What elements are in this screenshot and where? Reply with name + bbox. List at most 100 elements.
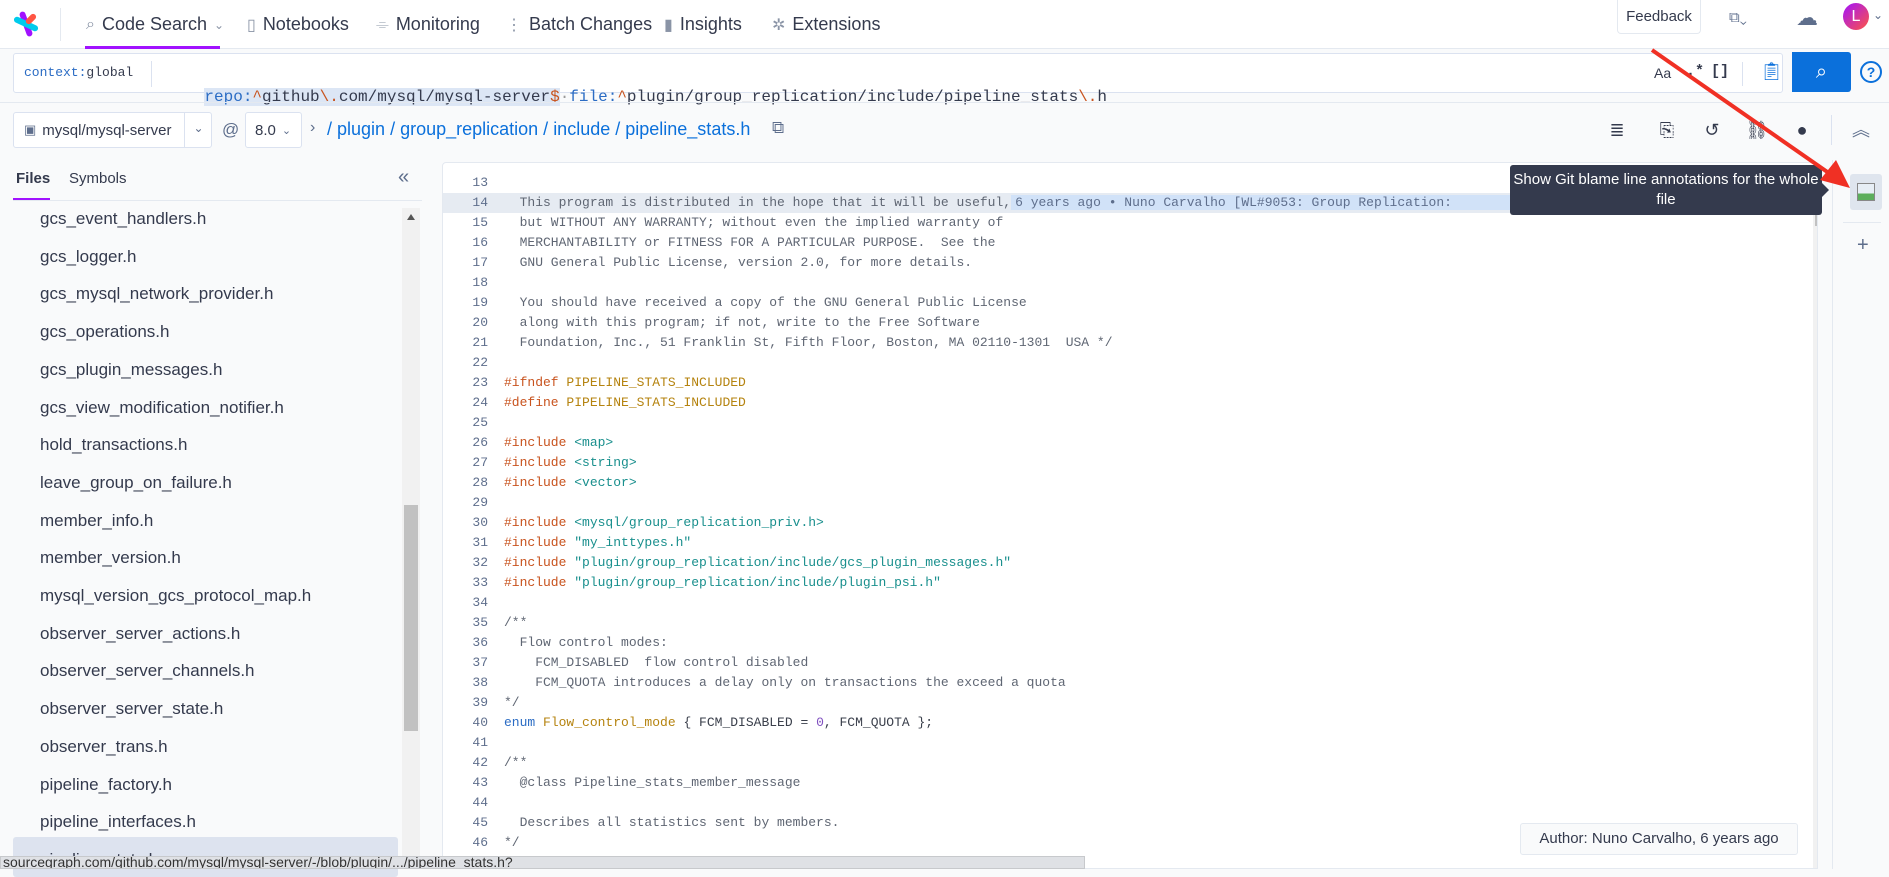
line-number[interactable]: 45 [443, 813, 488, 833]
add-icon[interactable]: + [1857, 234, 1869, 257]
sidebar-scrollbar[interactable] [402, 208, 420, 869]
line-number[interactable]: 29 [443, 493, 488, 513]
scrollbar-thumb[interactable] [404, 505, 418, 731]
context-selector[interactable]: context:global [24, 65, 133, 80]
line-number[interactable]: 28 [443, 473, 488, 493]
file-path: / plugin / group_replication / include / pipeli… [327, 119, 755, 140]
line-number[interactable]: 31 [443, 533, 488, 553]
help-icon[interactable]: ? [1860, 61, 1882, 83]
code-line: 41 [443, 733, 1813, 753]
avatar[interactable]: L [1843, 3, 1869, 30]
line-number[interactable]: 41 [443, 733, 488, 753]
code-token: "plugin/group_replication/include/gcs_pl… [574, 555, 1012, 570]
line-number[interactable]: 25 [443, 413, 488, 433]
line-number[interactable]: 44 [443, 793, 488, 813]
file-tree-item[interactable]: hold_transactions.h [40, 430, 187, 460]
line-number[interactable]: 20 [443, 313, 488, 333]
file-tree-item[interactable]: observer_trans.h [40, 732, 168, 762]
line-number[interactable]: 15 [443, 213, 488, 233]
revision-selector[interactable]: 8.0 ⌄ [245, 112, 302, 148]
code-line: 21 Foundation, Inc., 51 Franklin St, Fif… [443, 333, 1813, 353]
satellite-icon: ⌯ [376, 15, 389, 33]
file-tree-item[interactable]: gcs_plugin_messages.h [40, 355, 222, 385]
code-line: 35 /** [443, 613, 1813, 633]
line-number[interactable]: 27 [443, 453, 488, 473]
line-number[interactable]: 40 [443, 713, 488, 733]
line-number[interactable]: 22 [443, 353, 488, 373]
line-number[interactable]: 36 [443, 633, 488, 653]
line-number[interactable]: 19 [443, 293, 488, 313]
nav-insights[interactable]: ▮ Insights [664, 0, 742, 49]
path-segment[interactable]: group_replication [400, 119, 538, 139]
collapse-sidebar-icon[interactable]: « [398, 166, 409, 189]
file-tree-item[interactable]: observer_server_channels.h [40, 656, 255, 686]
line-number[interactable]: 38 [443, 673, 488, 693]
line-number[interactable]: 16 [443, 233, 488, 253]
terminal-icon[interactable]: ⧉⌄ [1729, 5, 1771, 31]
file-tree-item[interactable]: gcs_view_modification_notifier.h [40, 393, 284, 423]
file-tree-item[interactable]: leave_group_on_failure.h [40, 468, 232, 498]
line-number[interactable]: 33 [443, 573, 488, 593]
line-number[interactable]: 43 [443, 773, 488, 793]
file-tree-item[interactable]: observer_server_actions.h [40, 619, 240, 649]
file-tree-item[interactable]: member_info.h [40, 506, 153, 536]
code-token: #include [504, 535, 575, 550]
line-number[interactable]: 18 [443, 273, 488, 293]
tab-files[interactable]: Files [16, 170, 50, 200]
bar-chart-icon: ▮ [664, 16, 673, 34]
path-segment[interactable]: include [553, 119, 610, 139]
feedback-button[interactable]: Feedback [1617, 0, 1701, 34]
line-number[interactable]: 17 [443, 253, 488, 273]
line-number[interactable]: 46 [443, 833, 488, 853]
line-number[interactable]: 23 [443, 373, 488, 393]
code-token: #include [504, 475, 575, 490]
line-content: MERCHANTABILITY or FITNESS FOR A PARTICU… [504, 233, 996, 253]
tab-symbols[interactable]: Symbols [69, 170, 127, 187]
file-tree-item[interactable]: gcs_event_handlers.h [40, 204, 206, 234]
nav-notebooks[interactable]: ▯ Notebooks [247, 0, 349, 49]
file-tree-item[interactable]: gcs_mysql_network_provider.h [40, 279, 273, 309]
file-tree-item[interactable]: gcs_logger.h [40, 242, 136, 272]
line-number[interactable]: 39 [443, 693, 488, 713]
nav-extensions[interactable]: ✲ Extensions [772, 0, 880, 49]
line-number[interactable]: 13 [443, 173, 488, 193]
line-number[interactable]: 35 [443, 613, 488, 633]
code-token: */ [504, 835, 520, 850]
path-segment[interactable]: pipeline_stats.h [625, 119, 750, 139]
file-tree-item[interactable]: pipeline_interfaces.h [40, 807, 196, 837]
sourcegraph-logo[interactable] [12, 10, 40, 38]
chevron-down-icon[interactable]: ⌄ [1873, 8, 1883, 22]
file-tree-item[interactable]: mysql_version_gcs_protocol_map.h [40, 581, 311, 611]
line-number[interactable]: 24 [443, 393, 488, 413]
repo-selector[interactable]: ▣ mysql/mysql-server ⌄ [13, 112, 212, 148]
line-number[interactable]: 21 [443, 333, 488, 353]
cloud-offline-icon[interactable]: ☁ [1796, 5, 1818, 31]
line-number[interactable]: 32 [443, 553, 488, 573]
wrap-lines-icon[interactable]: ≣ [1605, 118, 1629, 142]
file-tree-item[interactable]: pipeline_factory.h [40, 770, 172, 800]
line-number[interactable]: 37 [443, 653, 488, 673]
line-content: This program is distributed in the hope … [504, 193, 1652, 213]
nav-monitoring[interactable]: ⌯ Monitoring [376, 0, 480, 49]
nav-code-search[interactable]: ⌕ Code Search ⌄ [86, 0, 224, 49]
nav-batch-changes[interactable]: ⋮ Batch Changes [506, 0, 652, 49]
line-number[interactable]: 14 [443, 193, 488, 213]
path-separator: / [327, 119, 333, 139]
code-line: 44 [443, 793, 1813, 813]
code-token: , FCM_QUOTA }; [823, 715, 934, 730]
line-number[interactable]: 34 [443, 593, 488, 613]
file-tree-item[interactable]: member_version.h [40, 543, 181, 573]
line-content: /** [504, 753, 527, 773]
code-scrollbar[interactable] [1813, 196, 1817, 868]
line-number[interactable]: 42 [443, 753, 488, 773]
file-tree-item[interactable]: observer_server_state.h [40, 694, 223, 724]
line-content: #ifndef PIPELINE_STATS_INCLUDED [504, 373, 746, 393]
copy-path-icon[interactable]: ⧉ [772, 118, 784, 138]
line-number[interactable]: 26 [443, 433, 488, 453]
path-segment[interactable]: plugin [337, 119, 385, 139]
code-token: This program is distributed in the hope … [504, 195, 1012, 210]
code-token: PIPELINE_STATS_INCLUDED [566, 375, 746, 390]
file-tree-item[interactable]: gcs_operations.h [40, 317, 169, 347]
line-number[interactable]: 30 [443, 513, 488, 533]
chevron-down-icon[interactable]: ⌄ [184, 113, 212, 147]
